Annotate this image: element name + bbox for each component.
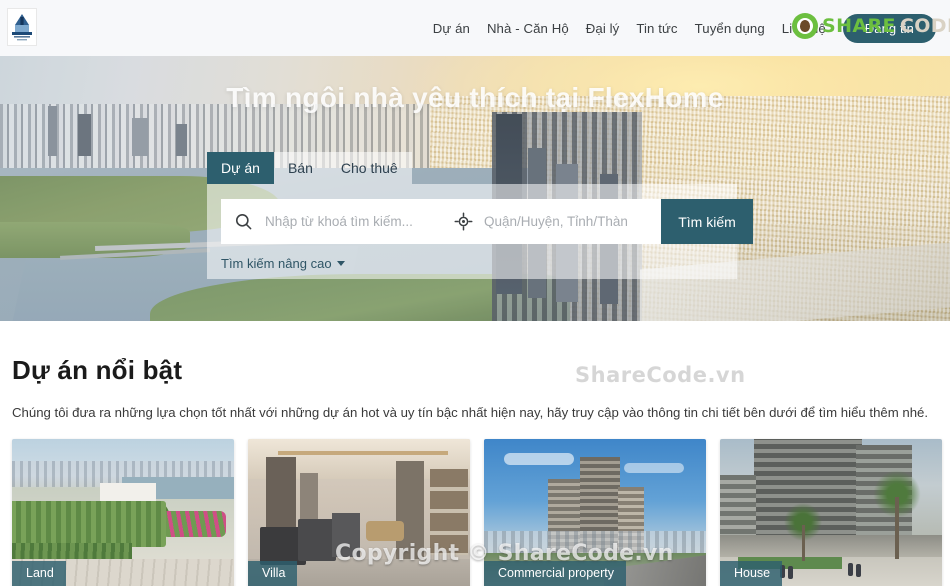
card-gym-machine	[332, 513, 360, 557]
building-logo-icon	[12, 14, 32, 41]
tab-cho-thue[interactable]: Cho thuê	[326, 152, 412, 184]
card-pedestrian	[788, 566, 793, 579]
card-hedge	[12, 501, 166, 547]
search-panel-body: Tìm kiếm Tìm kiếm nâng cao	[207, 184, 753, 279]
search-location-input[interactable]	[484, 199, 661, 244]
card-badge-land: Land	[12, 561, 66, 586]
card-badge-commercial: Commercial property	[484, 561, 627, 586]
tab-ban[interactable]: Bán	[273, 152, 327, 184]
featured-projects-section: ShareCode.vn Dự án nổi bật Chúng tôi đưa…	[0, 355, 950, 586]
card-shelving	[430, 469, 468, 555]
nav-du-an[interactable]: Dự án	[433, 21, 470, 36]
site-header: Dự án Nhà - Căn Hộ Đại lý Tin tức Tuyển …	[0, 0, 950, 56]
search-icon	[221, 199, 265, 244]
nav-lien-he[interactable]: Liên hệ	[782, 21, 826, 36]
card-cloud	[624, 463, 684, 473]
nav-dai-ly[interactable]: Đại lý	[586, 21, 620, 36]
post-listing-button[interactable]: Đăng tin	[842, 13, 936, 43]
card-lounge-seat	[366, 521, 404, 541]
card-apartment-block	[720, 475, 756, 537]
card-cloud	[504, 453, 574, 465]
card-ceiling-trim	[278, 451, 448, 455]
project-card-commercial[interactable]: Commercial property	[484, 439, 706, 586]
project-card-land[interactable]: Land	[12, 439, 234, 586]
card-palm-trunk	[895, 497, 899, 559]
card-palm-trunk	[802, 525, 805, 561]
tab-du-an[interactable]: Dự án	[207, 152, 274, 184]
nav-tin-tuc[interactable]: Tin tức	[636, 21, 677, 36]
site-logo[interactable]	[7, 8, 37, 46]
nav-tuyen-dung[interactable]: Tuyển dụng	[695, 21, 765, 36]
main-navigation[interactable]: Dự án Nhà - Căn Hộ Đại lý Tin tức Tuyển …	[433, 0, 940, 56]
nav-nha-can-ho[interactable]: Nhà - Căn Hộ	[487, 21, 569, 36]
card-pedestrian	[856, 564, 861, 577]
hero-search-panel: Dự án Bán Cho thuê Nhập từ khoá tìm kiếm…	[207, 152, 753, 279]
featured-cards-list: Land Villa Commercial property House	[12, 439, 944, 586]
section-subtitle: Chúng tôi đưa ra những lựa chọn tốt nhất…	[12, 405, 929, 420]
card-badge-villa: Villa	[248, 561, 298, 586]
crosshair-location-icon[interactable]	[442, 199, 484, 244]
card-podium	[720, 535, 942, 559]
card-pedestrian	[848, 563, 853, 576]
search-type-tabs[interactable]: Dự án Bán Cho thuê	[207, 152, 737, 184]
advanced-search-toggle[interactable]: Tìm kiếm nâng cao	[221, 256, 345, 271]
project-card-villa[interactable]: Villa	[248, 439, 470, 586]
card-treadmill	[298, 519, 336, 561]
card-column	[396, 461, 424, 569]
hero-banner: Tìm ngôi nhà yêu thích tại FlexHome Dự á…	[0, 56, 950, 321]
advanced-search-label: Tìm kiếm nâng cao	[221, 256, 332, 271]
card-badge-house: House	[720, 561, 783, 586]
page-title: Dự án nổi bật	[12, 355, 183, 385]
caret-down-icon	[336, 261, 345, 266]
search-submit-button[interactable]: Tìm kiếm	[661, 199, 753, 244]
card-flowerbed	[162, 511, 226, 537]
project-card-house[interactable]: House	[720, 439, 942, 586]
search-keyword-input[interactable]	[265, 199, 442, 244]
search-bar: Tìm kiếm	[221, 199, 753, 244]
hero-title: Tìm ngôi nhà yêu thích tại FlexHome	[226, 82, 724, 113]
